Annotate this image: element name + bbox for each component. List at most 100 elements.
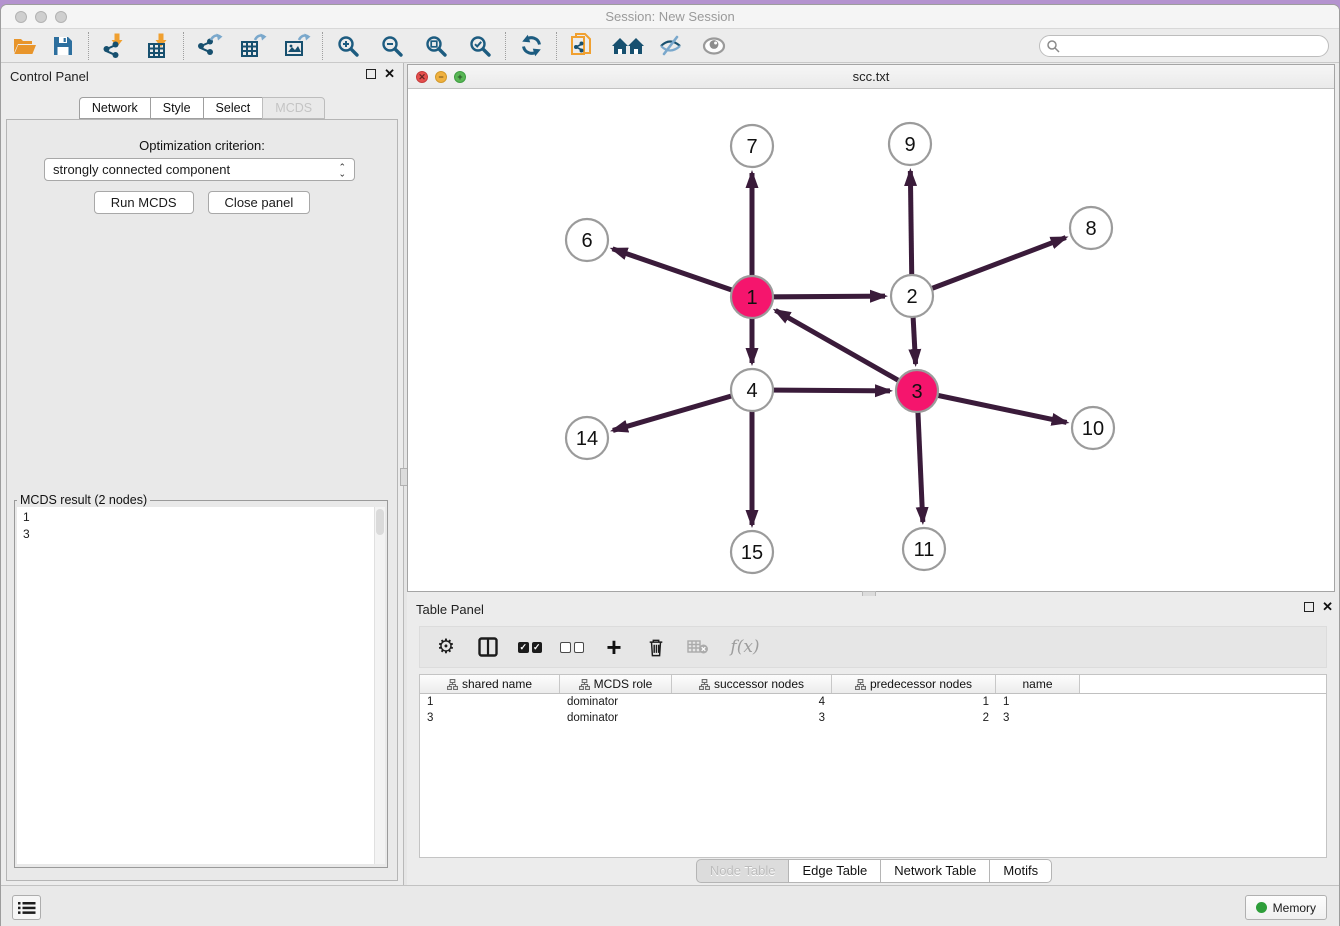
network-canvas[interactable]: 1234678910111415 [408, 89, 1334, 591]
deselect-all-rows-button[interactable] [560, 635, 584, 659]
table-cell[interactable]: dominator [560, 712, 672, 724]
table-cell[interactable]: 3 [672, 712, 832, 724]
table-cell[interactable]: 3 [420, 712, 560, 724]
memory-label: Memory [1273, 901, 1316, 915]
table-cell[interactable]: 1 [996, 696, 1080, 708]
column-header-predecessor-nodes[interactable]: predecessor nodes [832, 675, 996, 693]
duplicate-network-icon [569, 32, 596, 60]
zoom-fit-button[interactable] [420, 31, 452, 61]
memory-status-icon [1256, 902, 1267, 913]
float-panel-icon[interactable] [1304, 602, 1314, 612]
zoom-selected-icon [468, 34, 492, 58]
import-network-button[interactable] [98, 31, 130, 61]
gear-icon: ⚙ [437, 637, 455, 657]
float-panel-icon[interactable] [366, 69, 376, 79]
table-settings-button[interactable]: ⚙ [434, 635, 458, 659]
table-row[interactable]: 1dominator411 [420, 694, 1326, 710]
mcds-result-box: MCDS result (2 nodes) 1 3 [14, 493, 388, 868]
export-table-button[interactable] [237, 31, 269, 61]
column-header-mcds-role[interactable]: MCDS role [560, 675, 672, 693]
column-header-shared-name[interactable]: shared name [420, 675, 560, 693]
select-all-rows-button[interactable]: ✓✓ [518, 635, 542, 659]
export-network-button[interactable] [193, 31, 225, 61]
add-row-button[interactable]: + [602, 635, 626, 659]
graph-node-label-4: 4 [746, 380, 757, 402]
memory-button[interactable]: Memory [1245, 895, 1327, 920]
open-file-button[interactable] [9, 31, 41, 61]
column-header-successor-nodes[interactable]: successor nodes [672, 675, 832, 693]
column-type-icon [855, 679, 866, 690]
table-row[interactable]: 3dominator323 [420, 710, 1326, 726]
toolbar-separator [183, 32, 184, 60]
tab-network-table[interactable]: Network Table [880, 859, 989, 883]
criterion-select[interactable]: strongly connected component ⌃⌃ [44, 158, 355, 181]
save-session-button[interactable] [47, 31, 79, 61]
export-image-button[interactable] [281, 31, 313, 61]
import-table-button[interactable] [142, 31, 174, 61]
close-panel-icon[interactable]: ✕ [1322, 602, 1333, 612]
checked-box-icon: ✓ [532, 642, 543, 653]
graph-edge-3-1[interactable] [775, 310, 917, 391]
table-panel-tabs: Node TableEdge TableNetwork TableMotifs [407, 859, 1340, 883]
hidden-eye-icon [658, 33, 683, 58]
tab-style[interactable]: Style [150, 97, 203, 119]
fx-icon: f(x) [730, 637, 759, 657]
function-builder-button[interactable]: f(x) [728, 635, 762, 659]
mcds-result-area[interactable]: 1 3 [17, 507, 385, 864]
table-panel: Table Panel ✕ ⚙ ✓✓ + f(x) [407, 596, 1340, 885]
select-updown-icon: ⌃⌃ [338, 164, 346, 176]
delete-table-button[interactable] [686, 635, 710, 659]
close-panel-button[interactable]: Close panel [208, 191, 311, 214]
run-mcds-button[interactable]: Run MCDS [94, 191, 194, 214]
graph-edge-2-8[interactable] [912, 238, 1066, 296]
search-input[interactable] [1060, 39, 1328, 53]
hide-selected-button[interactable] [654, 31, 686, 61]
column-type-icon [447, 679, 458, 690]
zoom-selected-button[interactable] [464, 31, 496, 61]
graph-edge-1-6[interactable] [613, 249, 752, 297]
toolbar-separator [322, 32, 323, 60]
close-panel-icon[interactable]: ✕ [384, 69, 395, 79]
zoom-in-button[interactable] [332, 31, 364, 61]
home-neighbors-button[interactable] [610, 31, 648, 61]
tab-select[interactable]: Select [203, 97, 263, 119]
node-table-header: shared nameMCDS rolesuccessor nodesprede… [420, 675, 1326, 694]
table-cell[interactable]: 1 [420, 696, 560, 708]
mcds-result-title: MCDS result (2 nodes) [17, 493, 150, 507]
zoom-in-icon [336, 34, 360, 58]
duplicate-network-button[interactable] [566, 31, 598, 61]
criterion-select-value: strongly connected component [53, 162, 230, 177]
table-cell[interactable]: 1 [832, 696, 996, 708]
columns-icon [478, 637, 498, 657]
show-columns-button[interactable] [476, 635, 500, 659]
table-cell[interactable]: 2 [832, 712, 996, 724]
column-header-name[interactable]: name [996, 675, 1080, 693]
status-bar: Memory [1, 885, 1339, 926]
unchecked-box-icon [574, 642, 585, 653]
export-network-icon [195, 32, 223, 59]
zoom-out-button[interactable] [376, 31, 408, 61]
mcds-result-scrollbar[interactable] [374, 507, 385, 864]
show-all-button[interactable] [698, 31, 730, 61]
delete-row-button[interactable] [644, 635, 668, 659]
search-field[interactable] [1039, 35, 1329, 57]
toolbar-separator [556, 32, 557, 60]
control-panel-tabs: NetworkStyleSelectMCDS [1, 97, 403, 119]
table-cell[interactable]: 4 [672, 696, 832, 708]
graph-node-label-6: 6 [581, 230, 592, 252]
table-cell[interactable]: dominator [560, 696, 672, 708]
import-network-icon [101, 32, 128, 59]
graph-node-label-9: 9 [904, 134, 915, 156]
tab-motifs[interactable]: Motifs [989, 859, 1052, 883]
log-console-button[interactable] [12, 895, 41, 920]
table-cell[interactable]: 3 [996, 712, 1080, 724]
tab-node-table[interactable]: Node Table [696, 859, 789, 883]
save-icon [51, 34, 75, 58]
export-image-icon [283, 32, 311, 59]
tab-network[interactable]: Network [79, 97, 150, 119]
control-panel-title: Control Panel [10, 69, 89, 84]
tab-mcds[interactable]: MCDS [262, 97, 325, 119]
refresh-button[interactable] [515, 31, 547, 61]
graph-edge-3-10[interactable] [917, 391, 1067, 422]
tab-edge-table[interactable]: Edge Table [788, 859, 880, 883]
